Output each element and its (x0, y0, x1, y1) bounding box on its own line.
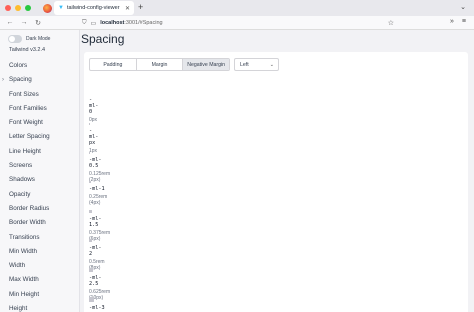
sidebar-item-screens[interactable]: Screens (0, 159, 79, 173)
page-icon: ▭ (90, 20, 97, 27)
sidebar-item-line-height[interactable]: Line Height (0, 145, 79, 159)
dark-mode-label: Dark Mode (26, 35, 51, 42)
minimize-window-button[interactable] (15, 5, 21, 11)
direction-select[interactable]: Left ⌄ (234, 58, 279, 71)
main-content: Spacing Padding Margin Negative Margin Lef… (81, 30, 474, 312)
spacing-tabs: Padding Margin Negative Margin (89, 58, 230, 71)
sidebar-item-width[interactable]: Width (0, 259, 79, 273)
sidebar-item-font-families[interactable]: Font Families (0, 102, 79, 116)
spacing-entry: -ml-0.5 0.125rem (2px) (89, 152, 110, 183)
close-window-button[interactable] (5, 5, 11, 11)
spacing-entry: -ml-1.5 0.375rem (6px) (89, 210, 110, 242)
spacing-card: Padding Margin Negative Margin Left ⌄ -ml-… (84, 52, 468, 312)
sidebar-item-border-radius[interactable]: Border Radius (0, 202, 79, 216)
spacing-class-name: -ml-2 (89, 245, 102, 258)
spacing-class-name: -ml-1.5 (89, 215, 102, 228)
sidebar-nav: ColorsSpacingFont SizesFont FamiliesFont… (0, 59, 79, 312)
dark-mode-toggle[interactable] (8, 34, 22, 43)
bookmark-star-icon[interactable]: ☆ (388, 19, 394, 27)
window-controls (5, 5, 31, 11)
tab-margin[interactable]: Margin (137, 59, 184, 70)
browser-tab[interactable]: ▼ tailwind-config-viewer ✕ (54, 1, 134, 15)
spacing-entry: -ml-px 1px (89, 123, 98, 154)
sidebar-item-spacing[interactable]: Spacing (0, 73, 79, 88)
spacing-class-name: -ml-1 (89, 186, 105, 192)
sidebar-item-letter-spacing[interactable]: Letter Spacing (0, 130, 79, 144)
list-all-tabs-icon[interactable]: ⌄ (460, 3, 466, 11)
url-path: :3001/#Spacing (124, 20, 163, 26)
spacing-preview-bar (89, 297, 95, 303)
spacing-class-name: -ml-px (89, 128, 99, 146)
new-tab-button[interactable]: + (138, 2, 143, 12)
url-bar[interactable]: ⛉ ▭ localhost:3001/#Spacing ☆ (80, 18, 394, 28)
tab-title: tailwind-config-viewer (66, 5, 120, 11)
spacing-preview-bar (89, 210, 92, 213)
spacing-class-name: -ml-0.5 (89, 157, 102, 169)
sidebar-item-height[interactable]: Height (0, 302, 79, 312)
spacing-preview-bar (89, 152, 90, 154)
spacing-preview-bar (89, 268, 94, 273)
close-tab-icon[interactable]: ✕ (125, 5, 130, 12)
spacing-class-name: -ml-0 (89, 97, 99, 115)
tab-padding[interactable]: Padding (90, 59, 137, 70)
sidebar-item-max-width[interactable]: Max Width (0, 273, 79, 287)
back-button[interactable]: ← (6, 19, 14, 26)
sidebar-item-font-sizes[interactable]: Font Sizes (0, 88, 79, 102)
spacing-preview-bar (89, 181, 91, 183)
maximize-window-button[interactable] (25, 5, 31, 11)
sidebar-item-opacity[interactable]: Opacity (0, 188, 79, 202)
spacing-entry: -ml-1 0.25rem (4px) (89, 181, 107, 206)
extensions-overflow-icon[interactable]: » (450, 18, 454, 25)
spacing-entry: -ml-30.75rem (12px) (89, 297, 107, 312)
reload-button[interactable]: ↻ (34, 19, 42, 27)
direction-select-value: Left (240, 61, 249, 68)
tab-negative-margin[interactable]: Negative Margin (183, 59, 230, 70)
chevron-down-icon: ⌄ (269, 61, 274, 68)
app-menu-icon[interactable]: ≡ (462, 18, 466, 25)
tailwind-version: Tailwind v3.2.4 (9, 47, 46, 53)
shield-icon: ⛉ (82, 19, 87, 26)
sidebar-item-colors[interactable]: Colors (0, 59, 79, 73)
url-host: localhost (100, 20, 125, 26)
browser-nav-bar: ← → ↻ ⛉ ▭ localhost:3001/#Spacing ☆ » ≡ (0, 16, 474, 30)
sidebar-item-font-weight[interactable]: Font Weight (0, 116, 79, 130)
spacing-class-name: -ml-3 (89, 305, 105, 312)
sidebar-item-min-height[interactable]: Min Height (0, 288, 79, 302)
spacing-entry: -ml-0 0px (89, 94, 98, 123)
spacing-value: 0.25rem (4px) (89, 194, 108, 206)
spacing-class-name: -ml-2.5 (89, 275, 102, 288)
forward-button[interactable]: → (20, 19, 28, 26)
page-title: Spacing (81, 32, 125, 46)
sidebar-item-shadows[interactable]: Shadows (0, 173, 79, 187)
sidebar-item-transitions[interactable]: Transitions (0, 231, 79, 245)
sidebar-item-border-width[interactable]: Border Width (0, 216, 79, 230)
firefox-icon (43, 3, 52, 13)
tailwind-favicon-icon: ▼ (58, 5, 64, 11)
sidebar-item-min-width[interactable]: Min Width (0, 245, 79, 259)
spacing-preview-bar (89, 239, 93, 243)
browser-tab-bar: ▼ tailwind-config-viewer ✕ + ⌄ (0, 0, 474, 16)
spacing-entry: -ml-2 0.5rem (8px) (89, 239, 105, 271)
sidebar: Dark Mode Tailwind v3.2.4 ColorsSpacingF… (0, 30, 80, 312)
